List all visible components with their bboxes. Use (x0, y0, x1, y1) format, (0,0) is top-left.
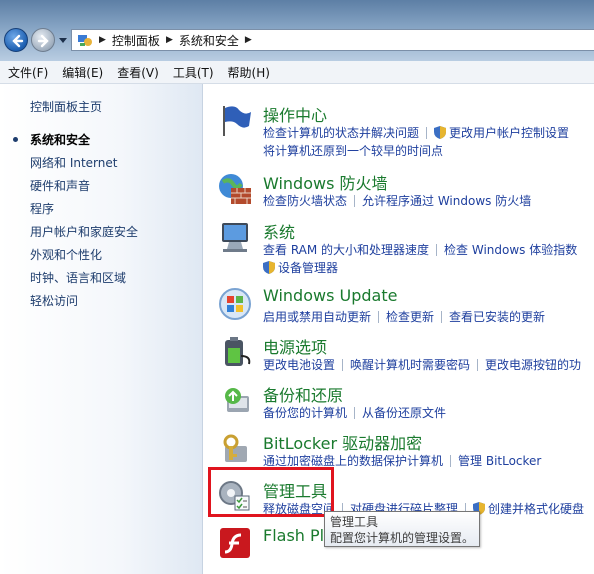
category-title[interactable]: 备份和还原 (263, 382, 343, 406)
link-manage-bitlocker[interactable]: 管理 BitLocker (458, 454, 541, 468)
bitlocker-icon (223, 434, 247, 462)
category-title[interactable]: Windows 防火墙 (263, 170, 388, 194)
recent-pages-dropdown-icon[interactable] (59, 36, 67, 44)
link-divider (342, 359, 344, 371)
nav-clock-language[interactable]: 时钟、语言和区域 (30, 269, 126, 286)
link-auto-update[interactable]: 启用或禁用自动更新 (263, 310, 371, 324)
link-divider (436, 244, 438, 256)
link-system-restore[interactable]: 将计算机还原到一个较早的时间点 (263, 144, 443, 158)
address-bar-area: ▶ 控制面板 ▶ 系统和安全 ▶ (0, 0, 594, 61)
menu-help[interactable]: 帮助(H) (220, 64, 276, 81)
link-restore-files[interactable]: 从备份还原文件 (362, 406, 446, 420)
flag-icon (223, 106, 251, 136)
menu-edit[interactable]: 编辑(E) (54, 64, 109, 81)
link-divider (354, 195, 356, 207)
left-nav-pane: 控制面板主页 系统和安全 网络和 Internet 硬件和声音 程序 用户帐户和… (0, 84, 203, 574)
backup-icon (225, 388, 249, 412)
breadcrumb-control-panel[interactable]: 控制面板 (112, 32, 160, 49)
menu-file[interactable]: 文件(F) (0, 64, 54, 81)
menu-tools[interactable]: 工具(T) (165, 64, 220, 81)
breadcrumb-system-security[interactable]: 系统和安全 (179, 32, 239, 49)
nav-system-security: 系统和安全 (30, 133, 91, 147)
link-backup-computer[interactable]: 备份您的计算机 (263, 406, 347, 420)
back-button[interactable] (4, 28, 28, 52)
link-divider (450, 455, 452, 467)
link-divider (426, 127, 428, 139)
link-check-status[interactable]: 检查计算机的状态并解决问题 (263, 126, 419, 140)
arrow-left-icon (12, 34, 24, 48)
category-title[interactable]: Flash Pl (263, 526, 324, 545)
highlight-annotation-box (208, 467, 334, 517)
nav-hardware-sound[interactable]: 硬件和声音 (30, 177, 90, 194)
link-encrypt-disk[interactable]: 通过加密磁盘上的数据保护计算机 (263, 454, 443, 468)
nav-control-panel-home[interactable]: 控制面板主页 (30, 98, 102, 115)
category-title[interactable]: Windows Update (263, 286, 397, 305)
link-divider (477, 359, 479, 371)
control-panel-icon (78, 35, 92, 46)
link-divider (354, 407, 356, 419)
address-box[interactable]: ▶ 控制面板 ▶ 系统和安全 ▶ (71, 29, 594, 51)
nav-user-accounts[interactable]: 用户帐户和家庭安全 (30, 223, 138, 240)
category-title[interactable]: 电源选项 (263, 334, 327, 358)
menu-view[interactable]: 查看(V) (109, 64, 165, 81)
link-divider (378, 311, 380, 323)
link-divider (441, 311, 443, 323)
link-view-ram[interactable]: 查看 RAM 的大小和处理器速度 (263, 243, 429, 257)
battery-icon (225, 337, 251, 366)
category-title[interactable]: BitLocker 驱动器加密 (263, 430, 422, 454)
link-format-disk[interactable]: 创建并格式化硬盘 (488, 502, 584, 516)
nav-programs[interactable]: 程序 (30, 200, 54, 217)
arrow-right-icon (37, 34, 49, 48)
link-allow-program[interactable]: 允许程序通过 Windows 防火墙 (362, 194, 531, 208)
link-device-manager[interactable]: 设备管理器 (278, 261, 338, 275)
current-item-bullet (13, 137, 18, 142)
tooltip-title: 管理工具 (330, 515, 379, 529)
tooltip: 管理工具 配置您计算机的管理设置。 (324, 511, 480, 547)
breadcrumb-separator[interactable]: ▶ (99, 35, 106, 45)
link-installed-updates[interactable]: 查看已安装的更新 (449, 310, 545, 324)
link-uac-settings[interactable]: 更改用户帐户控制设置 (449, 126, 569, 140)
nav-ease-of-access[interactable]: 轻松访问 (30, 292, 78, 309)
menu-bar: 文件(F) 编辑(E) 查看(V) 工具(T) 帮助(H) (0, 61, 594, 84)
link-power-button[interactable]: 更改电源按钮的功 (485, 358, 581, 372)
link-firewall-status[interactable]: 检查防火墙状态 (263, 194, 347, 208)
link-wake-password[interactable]: 唤醒计算机时需要密码 (350, 358, 470, 372)
nav-network-internet[interactable]: 网络和 Internet (30, 154, 117, 171)
firewall-icon (219, 174, 251, 204)
category-title[interactable]: 系统 (263, 219, 295, 243)
category-title[interactable]: 操作中心 (263, 102, 327, 126)
link-check-updates[interactable]: 检查更新 (386, 310, 434, 324)
flash-icon (220, 528, 250, 558)
link-experience-index[interactable]: 检查 Windows 体验指数 (444, 243, 577, 257)
link-battery-settings[interactable]: 更改电池设置 (263, 358, 335, 372)
nav-appearance[interactable]: 外观和个性化 (30, 246, 102, 263)
computer-icon (222, 223, 248, 252)
breadcrumb-separator[interactable]: ▶ (245, 35, 252, 45)
forward-button[interactable] (31, 28, 55, 52)
uac-shield-icon (434, 126, 447, 139)
breadcrumb-separator[interactable]: ▶ (166, 35, 173, 45)
tooltip-description: 配置您计算机的管理设置。 (330, 531, 475, 545)
windows-update-icon (219, 288, 251, 320)
uac-shield-icon (263, 261, 275, 274)
